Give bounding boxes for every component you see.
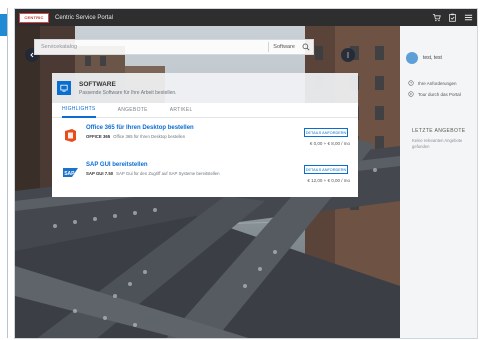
link-requests-label[interactable]: Ihre Anforderungen bbox=[418, 81, 457, 86]
catalog-search-input[interactable] bbox=[35, 40, 269, 54]
tab-artikel[interactable]: ARTIKEL bbox=[170, 103, 193, 118]
app-title: Centric Service Portal bbox=[55, 14, 114, 21]
clipboard-check-icon[interactable] bbox=[447, 13, 457, 23]
search-icon[interactable] bbox=[299, 40, 313, 54]
recent-offers-heading: LETZTE ANGEBOTE bbox=[412, 128, 466, 134]
link-tour[interactable]: Tour durch das Portal bbox=[408, 91, 461, 97]
requests-icon bbox=[408, 80, 414, 86]
tab-angebote[interactable]: ANGEBOTE bbox=[118, 103, 148, 118]
user-name[interactable]: test, test bbox=[423, 55, 442, 61]
item-description-text: SAP Gui für den Zugriff auf SAP Systeme … bbox=[116, 171, 220, 176]
more-options-button[interactable] bbox=[341, 48, 355, 62]
menu-icon[interactable] bbox=[463, 13, 473, 23]
app-accent-strip bbox=[0, 14, 7, 36]
item-price: € 0,00 + € 8,00 / mo bbox=[309, 141, 350, 146]
item-code: SAP GUI 7.50 bbox=[86, 171, 114, 176]
tour-icon bbox=[408, 91, 414, 97]
logo-text: CENTRIC bbox=[24, 15, 44, 20]
recent-offers-empty-text: Keine relevanten Angebote gefunden bbox=[412, 138, 463, 149]
left-divider bbox=[7, 8, 8, 338]
link-tour-label[interactable]: Tour durch das Portal bbox=[418, 92, 461, 97]
office-icon bbox=[62, 127, 79, 144]
company-logo[interactable]: CENTRIC bbox=[19, 12, 49, 23]
search-scope-select[interactable]: Software bbox=[268, 42, 299, 52]
details-request-button[interactable]: DETAILS ANFORDERN bbox=[304, 128, 348, 137]
item-title[interactable]: Office 365 für Ihren Desktop bestellen bbox=[86, 125, 194, 131]
sap-icon: SAP bbox=[62, 164, 79, 181]
svg-text:SAP: SAP bbox=[64, 171, 75, 177]
tab-highlights[interactable]: HIGHLIGHTS bbox=[62, 103, 96, 118]
topbar: CENTRIC Centric Service Portal bbox=[15, 9, 477, 26]
catalog-search-bar: Software bbox=[34, 39, 314, 55]
link-requests[interactable]: Ihre Anforderungen bbox=[408, 80, 457, 86]
topbar-actions bbox=[431, 13, 473, 23]
item-code: OFFICE 365 bbox=[86, 134, 111, 139]
cart-icon[interactable] bbox=[431, 13, 441, 23]
user-profile[interactable]: test, test bbox=[406, 52, 442, 64]
portal-window: CENTRIC Centric Service Portal Serviceka… bbox=[14, 8, 478, 339]
category-subtitle: Passende Software für Ihre Arbeit bestel… bbox=[79, 89, 177, 96]
avatar[interactable] bbox=[406, 52, 418, 64]
category-header: SOFTWARE Passende Software für Ihre Arbe… bbox=[52, 73, 358, 103]
more-vertical-icon bbox=[347, 52, 349, 58]
item-title[interactable]: SAP GUI bereitstellen bbox=[86, 162, 148, 168]
category-title: SOFTWARE bbox=[79, 80, 116, 88]
category-content: HIGHLIGHTS ANGEBOTE ARTIKEL Office 365 f… bbox=[52, 103, 358, 197]
details-request-button[interactable]: DETAILS ANFORDERN bbox=[304, 165, 348, 174]
user-side-panel: test, test Ihre Anforderungen Tour durch… bbox=[400, 26, 477, 338]
item-description-text: Office 365 für Ihren Desktop bestellen bbox=[113, 134, 186, 139]
item-description: SAP GUI 7.50 SAP Gui für den Zugriff auf … bbox=[86, 171, 220, 176]
item-price: € 12,00 + € 0,00 / mo bbox=[307, 178, 350, 183]
list-item-sap-gui[interactable]: SAP SAP GUI bereitstellen SAP GUI 7.50 SA… bbox=[52, 158, 358, 188]
list-item-office365[interactable]: Office 365 für Ihren Desktop bestellen O… bbox=[52, 121, 358, 151]
item-description: OFFICE 365 Office 365 für Ihren Desktop b… bbox=[86, 134, 185, 139]
category-tabs: HIGHLIGHTS ANGEBOTE ARTIKEL bbox=[52, 103, 358, 118]
software-category-icon bbox=[57, 81, 71, 95]
